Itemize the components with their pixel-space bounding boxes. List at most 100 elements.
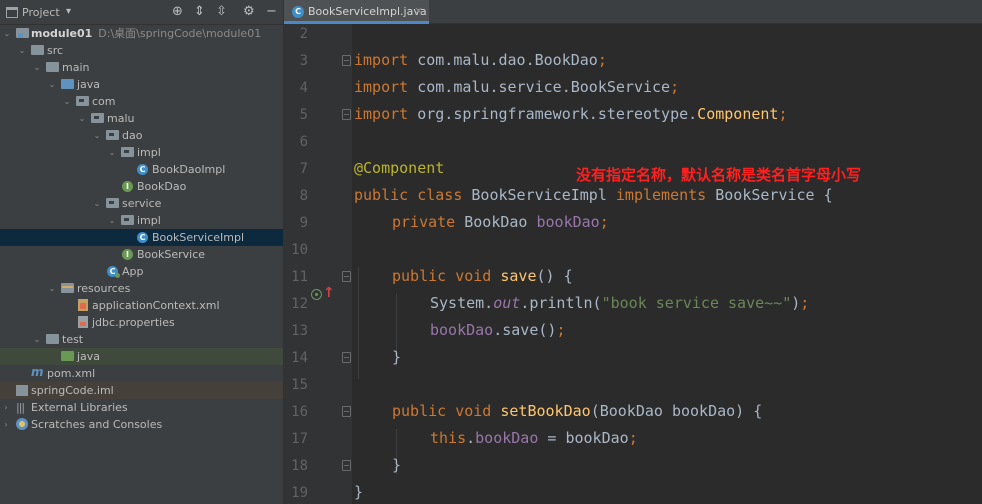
chevron-down-icon[interactable]: ⌄ <box>92 195 102 212</box>
tree-item-label: impl <box>137 214 161 227</box>
line-number: 2 <box>299 26 308 42</box>
tree-item-test[interactable]: ⌄ test <box>0 331 283 348</box>
fold-toggle-icon[interactable] <box>342 109 351 120</box>
annotation-note: 没有指定名称，默认名称是类名首字母小写 <box>576 166 862 184</box>
tree-item-java-main[interactable]: ⌄ java <box>0 76 283 93</box>
tree-item-springcode-iml[interactable]: springCode.iml <box>0 382 283 399</box>
chevron-down-icon[interactable]: ⌄ <box>62 93 72 110</box>
line-number: 12 <box>291 296 308 312</box>
code-line-19: } <box>354 483 364 501</box>
code-line-17: this.bookDao = bookDao; <box>430 429 638 447</box>
class-icon: C <box>137 232 148 243</box>
module-file-icon <box>16 385 28 396</box>
chevron-down-icon[interactable]: ⌄ <box>107 144 117 161</box>
interface-icon: I <box>122 249 133 260</box>
gear-icon[interactable]: ⚙ <box>243 4 255 20</box>
tree-item-bookdaoimpl[interactable]: C BookDaoImpl <box>0 161 283 178</box>
tree-item-label: test <box>62 333 84 346</box>
tree-item-src[interactable]: ⌄ src <box>0 42 283 59</box>
tree-item-label: BookDao <box>137 180 187 193</box>
chevron-down-icon[interactable]: ⌄ <box>17 42 27 59</box>
tree-item-label: pom.xml <box>47 367 96 380</box>
tree-item-service[interactable]: ⌄ service <box>0 195 283 212</box>
resources-folder-icon <box>61 283 74 293</box>
tab-bookserviceimpl-java[interactable]: C BookServiceImpl.java × <box>284 0 429 24</box>
tree-item-external-libraries[interactable]: › ||| External Libraries <box>0 399 283 416</box>
code-line-8: public class BookServiceImpl implements … <box>354 186 833 204</box>
minimize-icon[interactable]: − <box>266 4 277 20</box>
line-number: 11 <box>291 269 308 285</box>
tree-item-applicationcontext-xml[interactable]: applicationContext.xml <box>0 297 283 314</box>
tree-item-com[interactable]: ⌄ com <box>0 93 283 110</box>
tree-item-label: service <box>122 197 162 210</box>
editor-gutter: 2 3 4 5 6 7 8 9 10 11 12 13 14 15 16 17 … <box>284 24 352 504</box>
fold-toggle-icon[interactable] <box>342 352 351 363</box>
chevron-right-icon[interactable]: › <box>1 399 11 416</box>
module-folder-icon <box>16 28 29 38</box>
line-number: 4 <box>299 80 308 96</box>
tree-item-dao-impl[interactable]: ⌄ impl <box>0 144 283 161</box>
code-line-13: bookDao.save(); <box>430 321 566 339</box>
chevron-down-icon[interactable]: ⌄ <box>107 212 117 229</box>
chevron-down-icon[interactable]: ⌄ <box>2 25 12 42</box>
implements-method-icon[interactable] <box>311 289 322 300</box>
tree-item-main[interactable]: ⌄ main <box>0 59 283 76</box>
chevron-down-icon[interactable]: ⌄ <box>32 59 42 76</box>
collapse-all-icon[interactable]: ⇕ <box>194 4 205 20</box>
tree-item-app[interactable]: C App <box>0 263 283 280</box>
tree-item-label: BookDaoImpl <box>152 163 226 176</box>
chevron-down-icon[interactable]: ▾ <box>66 6 71 17</box>
chevron-right-icon[interactable]: › <box>1 416 11 433</box>
tree-item-bookserviceimpl[interactable]: C BookServiceImpl <box>0 229 283 246</box>
scratches-icon <box>16 418 28 430</box>
line-number: 18 <box>291 458 308 474</box>
project-panel: Project ▾ ⊕ ⇕ ⇳ ⚙ − ⌄ module01 D:\桌面\spri… <box>0 0 283 504</box>
line-number: 19 <box>291 485 308 501</box>
code-editor: C BookServiceImpl.java × 2 3 4 5 6 7 8 9… <box>284 0 982 504</box>
fold-toggle-icon[interactable] <box>342 271 351 282</box>
fold-toggle-icon[interactable] <box>342 460 351 471</box>
tree-item-bookdao[interactable]: I BookDao <box>0 178 283 195</box>
tree-item-jdbc-properties[interactable]: jdbc.properties <box>0 314 283 331</box>
tree-item-module01[interactable]: ⌄ module01 D:\桌面\springCode\module01 <box>0 25 283 42</box>
tree-item-label: java <box>77 350 101 363</box>
close-icon[interactable]: × <box>414 4 423 17</box>
arrow-up-icon[interactable]: ↑ <box>323 285 335 301</box>
fold-toggle-icon[interactable] <box>342 406 351 417</box>
tree-item-malu[interactable]: ⌄ malu <box>0 110 283 127</box>
code-line-9: private BookDao bookDao; <box>392 213 609 231</box>
chevron-down-icon[interactable]: ⌄ <box>32 331 42 348</box>
line-number: 5 <box>299 107 308 123</box>
tree-item-scratches[interactable]: › Scratches and Consoles <box>0 416 283 433</box>
source-folder-icon <box>61 79 74 89</box>
line-number: 15 <box>291 377 308 393</box>
line-number: 16 <box>291 404 308 420</box>
tree-item-label: springCode.iml <box>31 384 114 397</box>
maven-icon: m <box>31 365 44 379</box>
package-icon <box>106 198 119 208</box>
code-area[interactable]: import com.malu.dao.BookDao; import com.… <box>352 24 982 504</box>
line-number: 6 <box>299 134 308 150</box>
chevron-down-icon[interactable]: ⌄ <box>77 110 87 127</box>
tree-item-java-test[interactable]: java <box>0 348 283 365</box>
fold-toggle-icon[interactable] <box>342 55 351 66</box>
tree-item-service-impl[interactable]: ⌄ impl <box>0 212 283 229</box>
chevron-down-icon[interactable]: ⌄ <box>47 76 57 93</box>
chevron-down-icon[interactable]: ⌄ <box>47 280 57 297</box>
line-number: 8 <box>299 188 308 204</box>
tree-item-bookservice[interactable]: I BookService <box>0 246 283 263</box>
tree-item-pom-xml[interactable]: m pom.xml <box>0 365 283 382</box>
class-icon: C <box>292 6 304 18</box>
tree-item-resources[interactable]: ⌄ resources <box>0 280 283 297</box>
xml-file-icon <box>78 299 88 311</box>
folder-icon <box>46 62 59 72</box>
locate-icon[interactable]: ⊕ <box>172 4 183 20</box>
project-view-selector[interactable]: Project <box>22 6 60 19</box>
package-icon <box>106 130 119 140</box>
chevron-down-icon[interactable]: ⌄ <box>92 127 102 144</box>
expand-all-icon[interactable]: ⇳ <box>216 4 227 20</box>
tree-item-label: jdbc.properties <box>92 316 175 329</box>
code-line-18: } <box>392 456 402 474</box>
module-path: D:\桌面\springCode\module01 <box>98 27 262 40</box>
tree-item-dao[interactable]: ⌄ dao <box>0 127 283 144</box>
